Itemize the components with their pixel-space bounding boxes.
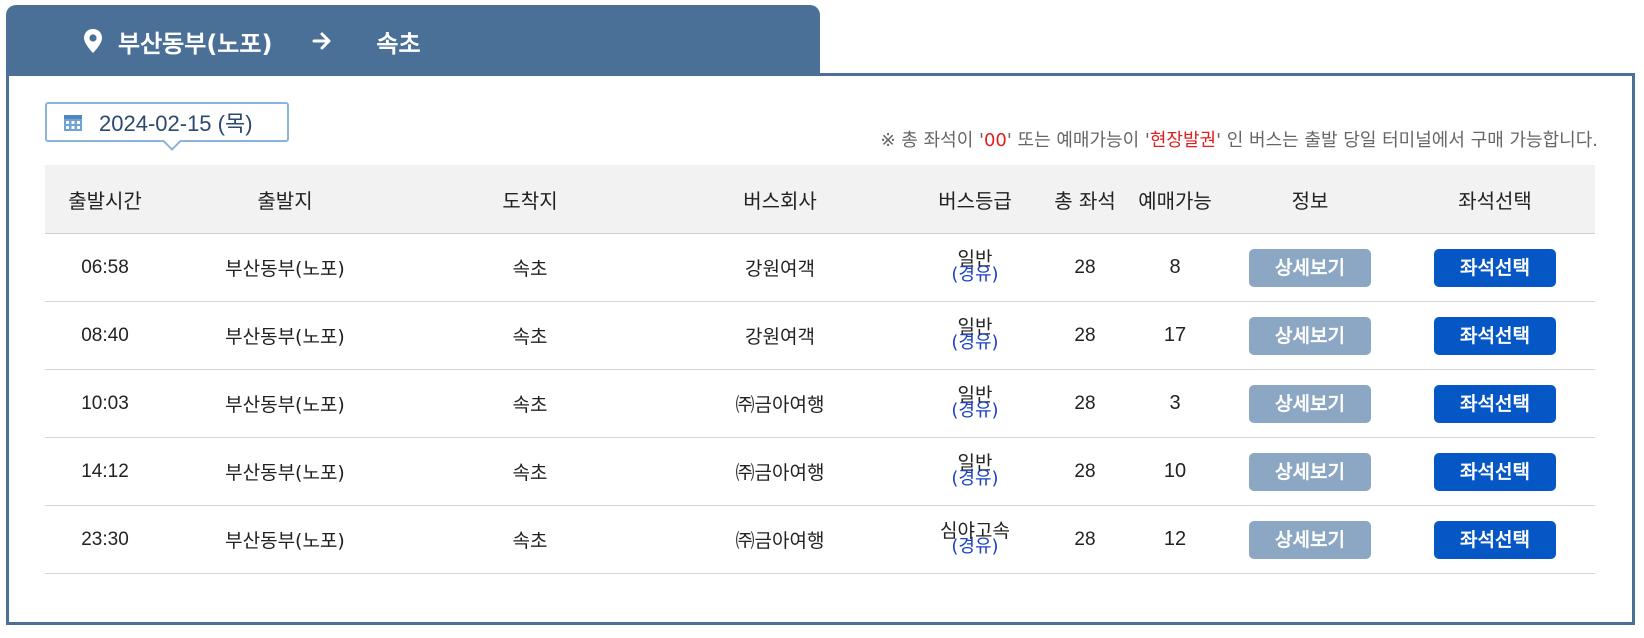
bus-grade-cell: 일반 (경유) — [905, 301, 1045, 370]
arrow-right-icon — [310, 29, 334, 53]
table-row: 23:30 부산동부(노포) 속초 ㈜금아여행 심야고속 (경유) 28 12 상… — [45, 505, 1595, 574]
info-cell: 상세보기 — [1225, 369, 1395, 438]
header-bus-grade: 버스등급 — [905, 165, 1045, 234]
header-info: 정보 — [1225, 165, 1395, 234]
header-total-seats: 총 좌석 — [1045, 165, 1125, 234]
bus-company: ㈜금아여행 — [655, 369, 905, 438]
bus-grade-cell: 일반 (경유) — [905, 233, 1045, 302]
selected-date: 2024-02-15 (목) — [99, 111, 253, 136]
total-seats: 28 — [1045, 233, 1125, 302]
table-header-row: 출발시간 출발지 도착지 버스회사 버스등급 총 좌석 예매가능 정보 좌석선택 — [45, 165, 1595, 234]
select-cell: 좌석선택 — [1395, 369, 1595, 438]
detail-button[interactable]: 상세보기 — [1249, 384, 1371, 423]
bus-company: ㈜금아여행 — [655, 437, 905, 506]
bus-grade-cell: 일반 (경유) — [905, 437, 1045, 506]
available-seats: 10 — [1125, 437, 1225, 506]
total-seats: 28 — [1045, 301, 1125, 370]
table-row: 14:12 부산동부(노포) 속초 ㈜금아여행 일반 (경유) 28 10 상세보… — [45, 437, 1595, 506]
select-cell: 좌석선택 — [1395, 437, 1595, 506]
total-seats: 28 — [1045, 369, 1125, 438]
destination: 속초 — [405, 369, 655, 438]
route-header: 부산동부(노포) 속초 — [6, 5, 820, 77]
notice-suffix: ' 인 버스는 출발 당일 터미널에서 구매 가능합니다. — [1216, 130, 1598, 151]
departure-time: 23:30 — [45, 505, 165, 574]
origin: 부산동부(노포) — [165, 233, 405, 302]
origin: 부산동부(노포) — [165, 437, 405, 506]
header-available: 예매가능 — [1125, 165, 1225, 234]
total-seats: 28 — [1045, 437, 1125, 506]
origin: 부산동부(노포) — [165, 505, 405, 574]
header-seat-select: 좌석선택 — [1395, 165, 1595, 234]
bus-company: 강원여객 — [655, 233, 905, 302]
select-cell: 좌석선택 — [1395, 505, 1595, 574]
route-type: (경유) — [951, 332, 999, 353]
departure-time: 10:03 — [45, 369, 165, 438]
seat-select-button[interactable]: 좌석선택 — [1434, 520, 1556, 559]
destination: 속초 — [405, 301, 655, 370]
route-origin: 부산동부(노포) — [118, 29, 273, 58]
notice-highlight-onsite: 현장발권 — [1149, 130, 1217, 151]
date-picker[interactable]: 2024-02-15 (목) — [45, 102, 289, 151]
bus-grade-cell: 일반 (경유) — [905, 369, 1045, 438]
origin: 부산동부(노포) — [165, 301, 405, 370]
header-origin: 출발지 — [165, 165, 405, 234]
departure-time: 06:58 — [45, 233, 165, 302]
table-row: 08:40 부산동부(노포) 속초 강원여객 일반 (경유) 28 17 상세보기… — [45, 301, 1595, 370]
total-seats: 28 — [1045, 505, 1125, 574]
info-cell: 상세보기 — [1225, 437, 1395, 506]
detail-button[interactable]: 상세보기 — [1249, 316, 1371, 355]
detail-button[interactable]: 상세보기 — [1249, 520, 1371, 559]
available-seats: 3 — [1125, 369, 1225, 438]
destination: 속초 — [405, 505, 655, 574]
bus-schedule-table: 출발시간 출발지 도착지 버스회사 버스등급 총 좌석 예매가능 정보 좌석선택… — [45, 165, 1595, 574]
notice-prefix: ※ 총 좌석이 ' — [880, 130, 984, 151]
purchase-notice: ※ 총 좌석이 '00' 또는 예매가능이 '현장발권' 인 버스는 출발 당일… — [881, 126, 1599, 152]
select-cell: 좌석선택 — [1395, 301, 1595, 370]
origin: 부산동부(노포) — [165, 369, 405, 438]
table-row: 10:03 부산동부(노포) 속초 ㈜금아여행 일반 (경유) 28 3 상세보기… — [45, 369, 1595, 438]
select-cell: 좌석선택 — [1395, 233, 1595, 302]
seat-select-button[interactable]: 좌석선택 — [1434, 316, 1556, 355]
info-cell: 상세보기 — [1225, 505, 1395, 574]
info-cell: 상세보기 — [1225, 301, 1395, 370]
departure-time: 08:40 — [45, 301, 165, 370]
bus-company: 강원여객 — [655, 301, 905, 370]
map-pin-icon — [82, 28, 104, 54]
available-seats: 12 — [1125, 505, 1225, 574]
notice-highlight-seats: 00 — [983, 130, 1007, 151]
route-type: (경유) — [951, 264, 999, 285]
seat-select-button[interactable]: 좌석선택 — [1434, 452, 1556, 491]
bus-company: ㈜금아여행 — [655, 505, 905, 574]
header-bus-company: 버스회사 — [655, 165, 905, 234]
seat-select-button[interactable]: 좌석선택 — [1434, 248, 1556, 287]
bus-grade-cell: 심야고속 (경유) — [905, 505, 1045, 574]
header-destination: 도착지 — [405, 165, 655, 234]
destination: 속초 — [405, 437, 655, 506]
available-seats: 8 — [1125, 233, 1225, 302]
route-type: (경유) — [951, 468, 999, 489]
seat-select-button[interactable]: 좌석선택 — [1434, 384, 1556, 423]
departure-time: 14:12 — [45, 437, 165, 506]
info-cell: 상세보기 — [1225, 233, 1395, 302]
destination: 속초 — [405, 233, 655, 302]
table-row: 06:58 부산동부(노포) 속초 강원여객 일반 (경유) 28 8 상세보기 … — [45, 233, 1595, 302]
header-departure-time: 출발시간 — [45, 165, 165, 234]
route-type: (경유) — [951, 400, 999, 421]
route-destination: 속초 — [376, 29, 421, 58]
notice-middle: ' 또는 예매가능이 ' — [1006, 130, 1150, 151]
detail-button[interactable]: 상세보기 — [1249, 248, 1371, 287]
calendar-icon — [63, 112, 83, 132]
available-seats: 17 — [1125, 301, 1225, 370]
detail-button[interactable]: 상세보기 — [1249, 452, 1371, 491]
